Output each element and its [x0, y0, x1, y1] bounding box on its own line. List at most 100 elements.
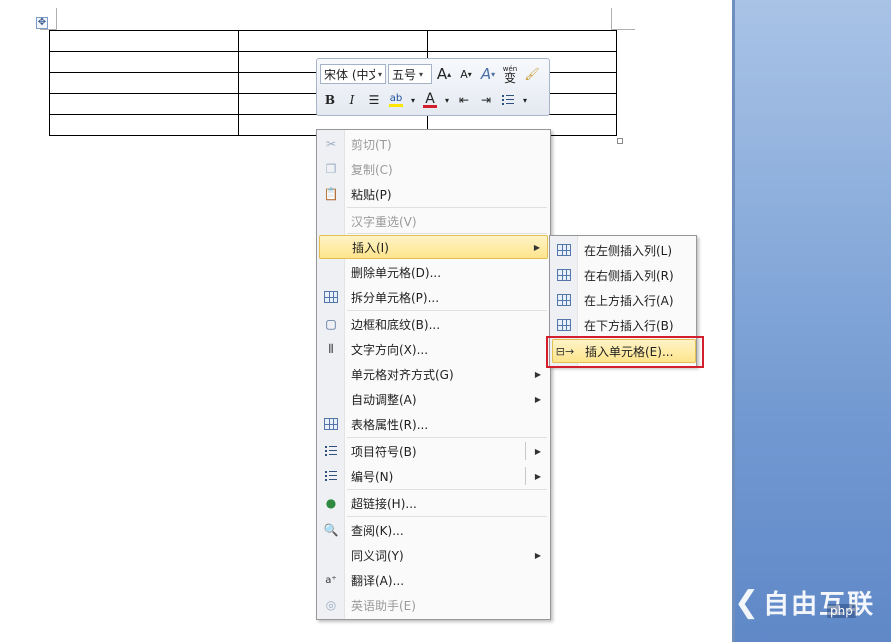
menu-item-insert[interactable]: 插入(I) ▶	[319, 235, 548, 259]
font-color-dropdown[interactable]: ▾	[442, 90, 452, 110]
table-cell[interactable]	[49, 93, 239, 115]
decrease-indent-icon: ⇤	[458, 93, 470, 107]
submenu-arrow-icon: ▶	[534, 394, 541, 404]
table-cell[interactable]	[427, 30, 617, 52]
text-direction-icon: ⫴	[328, 341, 334, 356]
watermark: ❮ 自由互联 php	[734, 582, 875, 622]
chevron-down-icon: ▾	[444, 95, 449, 105]
center-align-button[interactable]: ☰	[364, 90, 384, 110]
menu-item-label: 翻译(A)...	[351, 573, 405, 588]
menu-item-label: 在右侧插入列(R)	[584, 268, 674, 283]
table-move-handle-icon[interactable]: ✥	[36, 17, 48, 29]
submenu-item-insert-row-above[interactable]: 在上方插入行(A)	[552, 288, 696, 312]
menu-item-label: 插入(I)	[352, 240, 389, 255]
grow-font-icon: A	[436, 65, 448, 83]
menu-item-paste[interactable]: 📋 粘贴(P)	[319, 182, 548, 206]
paintbrush-icon: 🖌	[524, 67, 540, 81]
shrink-font-icon: A	[460, 67, 468, 81]
table-resize-handle[interactable]	[617, 138, 623, 144]
insert-column-left-icon	[552, 239, 576, 261]
bold-button[interactable]: B	[320, 90, 340, 110]
menu-item-label: 复制(C)	[351, 162, 393, 177]
italic-button[interactable]: I	[342, 90, 362, 110]
hyperlink-icon: ●	[325, 496, 337, 510]
margin-mark-right	[611, 8, 612, 30]
phonetic-guide-button[interactable]: wén 变	[500, 64, 520, 84]
font-name-combo[interactable]: 宋体 (中文 ▾	[320, 64, 386, 84]
table-cell[interactable]	[49, 30, 239, 52]
menu-item-lookup[interactable]: 🔍 查阅(K)...	[319, 518, 548, 542]
increase-indent-icon: ⇥	[480, 93, 492, 107]
menu-item-split-cells[interactable]: 拆分单元格(P)...	[319, 285, 548, 309]
align-center-icon: ☰	[368, 93, 380, 107]
menu-item-table-properties[interactable]: 表格属性(R)...	[319, 412, 548, 436]
menu-item-label: 文字方向(X)...	[351, 342, 429, 357]
menu-item-synonyms[interactable]: 同义词(Y) ▶	[319, 543, 548, 567]
table-properties-icon	[319, 413, 343, 435]
submenu-item-insert-column-right[interactable]: 在右侧插入列(R)	[552, 263, 696, 287]
bullets-dropdown[interactable]: ▾	[520, 90, 530, 110]
menu-separator	[347, 233, 547, 234]
menu-item-copy[interactable]: ❐ 复制(C)	[319, 157, 548, 181]
insert-row-below-icon	[552, 314, 576, 336]
table-cell[interactable]	[49, 51, 239, 73]
highlight-button[interactable]: ab	[386, 90, 406, 110]
bullets-button[interactable]	[498, 90, 518, 110]
increase-indent-button[interactable]: ⇥	[476, 90, 496, 110]
highlight-dropdown[interactable]: ▾	[408, 90, 418, 110]
menu-item-autofit[interactable]: 自动调整(A) ▶	[319, 387, 548, 411]
menu-item-label: 剪切(T)	[351, 137, 392, 152]
menu-separator	[347, 207, 547, 208]
menu-item-reconvert[interactable]: 汉字重选(V)	[319, 209, 548, 233]
menu-item-label: 粘贴(P)	[351, 187, 392, 202]
styles-button[interactable]: A ▾	[478, 64, 498, 84]
margin-mark-left	[56, 8, 57, 30]
menu-item-label: 英语助手(E)	[351, 598, 416, 613]
menu-item-delete-cells[interactable]: 删除单元格(D)...	[319, 260, 548, 284]
menu-item-cell-alignment[interactable]: 单元格对齐方式(G) ▶	[319, 362, 548, 386]
menu-item-label: 查阅(K)...	[351, 523, 404, 538]
submenu-arrow-icon[interactable]: ▶	[535, 447, 541, 456]
menu-item-label: 在左侧插入列(L)	[584, 243, 673, 258]
menu-item-numbering[interactable]: 编号(N) ▶	[319, 464, 548, 488]
menu-item-bullets[interactable]: 项目符号(B) ▶	[319, 439, 548, 463]
font-size-combo[interactable]: 五号 ▾	[388, 64, 432, 84]
menu-item-label: 边框和底纹(B)...	[351, 317, 441, 332]
menu-item-cut[interactable]: ✂ 剪切(T)	[319, 132, 548, 156]
cell-alignment-icon	[319, 363, 343, 385]
menu-item-borders[interactable]: ▢ 边框和底纹(B)...	[319, 312, 548, 336]
menu-item-hyperlink[interactable]: ● 超链接(H)...	[319, 491, 548, 515]
menu-item-label: 在下方插入行(B)	[584, 318, 674, 333]
submenu-arrow-icon[interactable]: ▶	[535, 472, 541, 481]
submenu-arrow-icon: ▶	[533, 242, 540, 252]
font-color-button[interactable]: A	[420, 90, 440, 110]
submenu-item-insert-row-below[interactable]: 在下方插入行(B)	[552, 313, 696, 337]
font-color-icon: A	[425, 90, 435, 107]
phonetic-char: 变	[503, 71, 516, 85]
font-size-value: 五号	[392, 67, 417, 82]
paste-icon: 📋	[323, 187, 339, 201]
split-divider	[525, 442, 526, 460]
table-cell[interactable]	[49, 72, 239, 94]
bullets-icon	[319, 440, 343, 462]
menu-item-translate[interactable]: a⁺ 翻译(A)...	[319, 568, 548, 592]
decrease-indent-button[interactable]: ⇤	[454, 90, 474, 110]
menu-item-text-direction[interactable]: ⫴ 文字方向(X)...	[319, 337, 548, 361]
menu-item-label: 自动调整(A)	[351, 392, 417, 407]
table-cell[interactable]	[49, 114, 239, 136]
shrink-font-button[interactable]: A ▾	[456, 64, 476, 84]
menu-item-english-assistant[interactable]: ◎ 英语助手(E)	[319, 593, 548, 617]
format-painter-button[interactable]: 🖌	[522, 64, 542, 84]
english-assistant-icon: ◎	[325, 598, 337, 612]
submenu-arrow-icon: ▶	[534, 369, 541, 379]
reconvert-icon	[319, 210, 343, 232]
table-cell[interactable]	[238, 30, 428, 52]
menu-item-label: 编号(N)	[351, 469, 394, 484]
grow-font-button[interactable]: A ▴	[434, 64, 454, 84]
insert-column-right-icon	[552, 264, 576, 286]
synonyms-icon	[319, 544, 343, 566]
chevron-down-icon: ▾	[377, 69, 382, 79]
menu-item-label: 汉字重选(V)	[351, 214, 417, 229]
menu-item-label: 在上方插入行(A)	[584, 293, 674, 308]
submenu-item-insert-column-left[interactable]: 在左侧插入列(L)	[552, 238, 696, 262]
